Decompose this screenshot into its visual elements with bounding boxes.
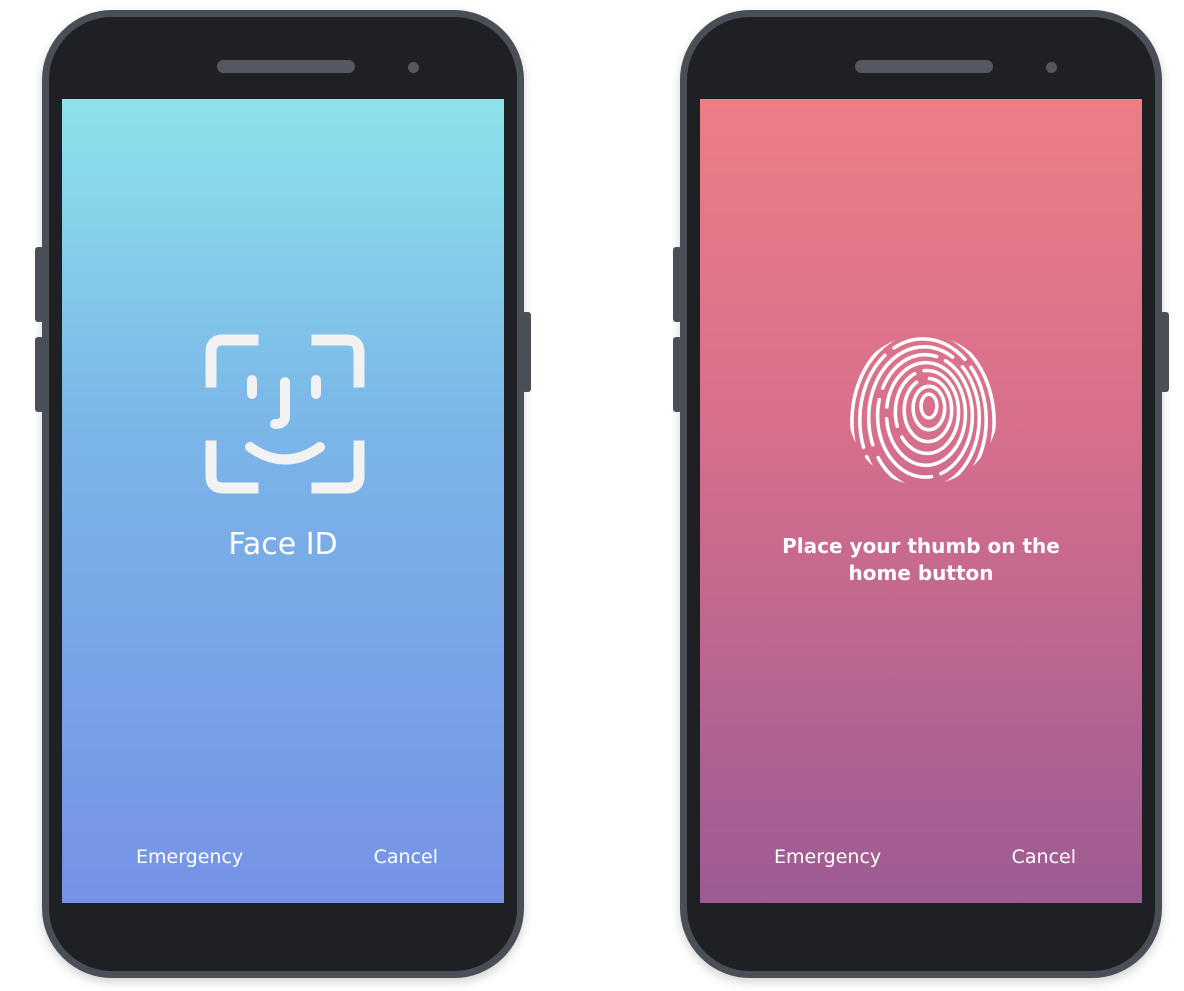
cancel-button[interactable]: Cancel	[1012, 846, 1076, 868]
face-id-icon	[205, 334, 365, 494]
volume-down-button[interactable]	[673, 337, 682, 412]
cancel-button[interactable]: Cancel	[374, 846, 438, 868]
touch-id-phone: Place your thumb on the home button Emer…	[673, 10, 1169, 978]
emergency-button[interactable]: Emergency	[136, 846, 243, 868]
volume-up-button[interactable]	[35, 247, 44, 322]
face-id-phone: Face ID Emergency Cancel	[35, 10, 531, 978]
front-camera	[408, 62, 419, 73]
fingerprint-icon	[847, 334, 999, 486]
earpiece-speaker	[855, 60, 993, 73]
earpiece-speaker	[217, 60, 355, 73]
face-id-title: Face ID	[228, 527, 338, 562]
power-button[interactable]	[522, 312, 531, 392]
touch-id-instruction: Place your thumb on the home button	[782, 534, 1060, 585]
volume-down-button[interactable]	[35, 337, 44, 412]
face-id-screen: Face ID Emergency Cancel	[62, 99, 504, 903]
emergency-button[interactable]: Emergency	[774, 846, 881, 868]
power-button[interactable]	[1160, 312, 1169, 392]
volume-up-button[interactable]	[673, 247, 682, 322]
touch-id-screen: Place your thumb on the home button Emer…	[700, 99, 1142, 903]
front-camera	[1046, 62, 1057, 73]
